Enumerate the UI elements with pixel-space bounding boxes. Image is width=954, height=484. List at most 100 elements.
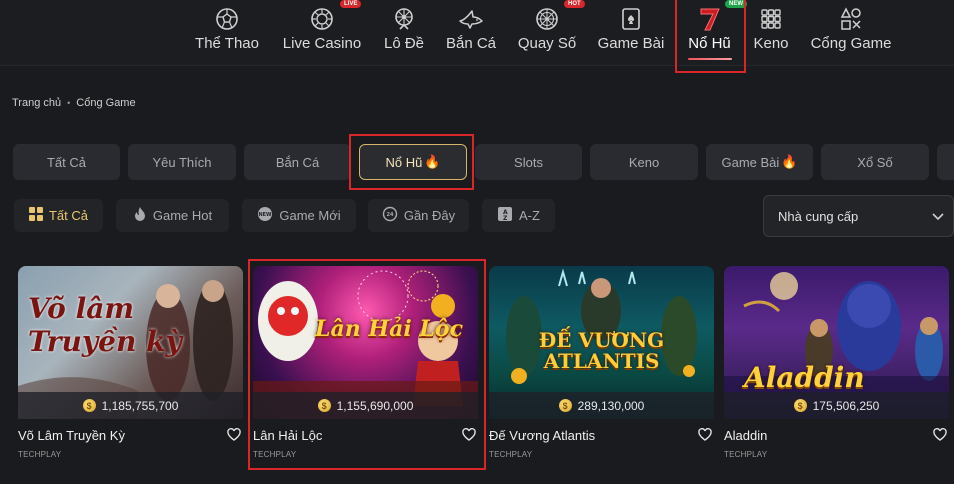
nav-label: Lô Đề xyxy=(383,35,425,52)
game-card-aladdin[interactable]: Aladdin $ 175,506,250 Aladdin TECHPLAY xyxy=(724,266,949,466)
nav-item-cong-game[interactable]: Cổng Game xyxy=(810,0,892,66)
tab-xo-so[interactable]: Xổ Số xyxy=(821,144,929,180)
tab-ban-ca[interactable]: Bắn Cá xyxy=(244,144,351,180)
coin-icon: $ xyxy=(317,399,331,412)
game-title: Đế Vương Atlantis xyxy=(489,428,596,443)
jackpot-bar: $ 175,506,250 xyxy=(724,392,949,419)
keno-grid-icon xyxy=(758,6,784,32)
jackpot-amount: 175,506,250 xyxy=(812,398,880,413)
coin-icon: $ xyxy=(82,399,96,412)
game-provider: TECHPLAY xyxy=(253,450,297,459)
playing-card-icon xyxy=(618,6,644,32)
jackpot-bar: $ 289,130,000 xyxy=(489,392,714,419)
lucky-seven-icon xyxy=(697,6,723,32)
tab-yeu-thich[interactable]: Yêu Thích xyxy=(128,144,236,180)
breadcrumb-current: Cổng Game xyxy=(76,97,136,109)
game-provider: TECHPLAY xyxy=(489,450,533,459)
nav-label: Game Bài xyxy=(597,35,665,52)
nav-item-the-thao[interactable]: Thể Thao xyxy=(194,0,260,66)
coin-icon: $ xyxy=(558,399,572,412)
tab-label: Yêu Thích xyxy=(152,154,212,170)
game-thumbnail[interactable]: ĐẾ VƯƠNG ATLANTIS $ 289,130,000 xyxy=(489,266,714,419)
nav-item-lo-de[interactable]: Lô Đề xyxy=(383,0,425,66)
nav-label: Live Casino xyxy=(282,35,362,52)
sort-az-icon: AZ xyxy=(497,206,513,225)
jackpot-amount: 1,155,690,000 xyxy=(336,398,414,413)
tab-label: Game Bài xyxy=(721,154,780,170)
lottery-wheel-icon xyxy=(391,6,417,32)
active-underline xyxy=(688,58,732,60)
nav-label: Nổ Hũ xyxy=(688,35,731,52)
filter-label: A-Z xyxy=(519,208,540,223)
coin-icon: $ xyxy=(793,399,807,412)
game-card-vo-lam-truyen-ky[interactable]: Võ lâm Truyền kỳ $ 1,185,755,700 Võ Lâm … xyxy=(18,266,243,466)
gamepad-shapes-icon xyxy=(838,6,864,32)
tab-keno[interactable]: Keno xyxy=(590,144,698,180)
breadcrumb-home[interactable]: Trang chủ xyxy=(12,97,61,109)
jackpot-bar: $ 1,185,755,700 xyxy=(18,392,243,419)
game-card-de-vuong-atlantis[interactable]: ĐẾ VƯƠNG ATLANTIS $ 289,130,000 Đế Vương… xyxy=(489,266,714,466)
tab-game-bai[interactable]: Game Bài 🔥 xyxy=(706,144,813,180)
chevron-down-icon xyxy=(931,209,945,226)
nav-label: Cổng Game xyxy=(810,35,892,52)
filter-gan-day[interactable]: 24 Gần Đây xyxy=(368,199,469,232)
game-provider: TECHPLAY xyxy=(724,450,768,459)
soccer-ball-icon xyxy=(214,6,240,32)
filter-tat-ca[interactable]: Tất Cả xyxy=(14,199,103,232)
svg-text:NEW: NEW xyxy=(259,212,273,218)
game-thumbnail[interactable]: Lân Hải Lộc $ 1,155,690,000 xyxy=(253,266,478,419)
game-thumbnail[interactable]: Aladdin $ 175,506,250 xyxy=(724,266,949,419)
live-badge: LIVE xyxy=(340,0,362,8)
nav-label: Bắn Cá xyxy=(445,35,497,52)
nav-item-game-bai[interactable]: Game Bài xyxy=(597,0,665,66)
filter-a-z[interactable]: AZ A-Z xyxy=(482,199,555,232)
top-navigation: Thể Thao Live Casino LIVE Lô Đề Bắn Cá Q… xyxy=(0,0,954,66)
filter-label: Game Mới xyxy=(279,208,341,223)
heart-icon[interactable] xyxy=(933,427,947,446)
game-logo-text: ĐẾ VƯƠNG ATLANTIS xyxy=(538,328,665,373)
filter-game-hot[interactable]: Game Hot xyxy=(116,199,229,232)
nav-item-no-hu[interactable]: Nổ Hũ NEW xyxy=(677,0,747,66)
game-title: Lân Hải Lộc xyxy=(253,428,323,443)
hot-badge: HOT xyxy=(564,0,585,8)
game-logo-text: Võ lâm Truyền kỳ xyxy=(28,292,182,358)
spin-wheel-icon xyxy=(534,6,560,32)
nav-item-ban-ca[interactable]: Bắn Cá xyxy=(446,0,496,66)
game-title: Aladdin xyxy=(724,428,768,443)
filter-label: Gần Đây xyxy=(403,208,456,223)
heart-icon[interactable] xyxy=(227,427,241,446)
filter-game-moi[interactable]: NEW Game Mới xyxy=(242,199,356,232)
tab-slots[interactable]: Slots xyxy=(475,144,582,180)
shark-icon xyxy=(458,6,484,32)
tab-tat-ca[interactable]: Tất Cả xyxy=(13,144,120,180)
game-thumbnail[interactable]: Võ lâm Truyền kỳ $ 1,185,755,700 xyxy=(18,266,243,419)
filter-label: Game Hot xyxy=(152,208,213,223)
nav-item-live-casino[interactable]: Live Casino LIVE xyxy=(282,0,362,66)
tab-overflow[interactable] xyxy=(937,144,954,180)
tab-label: Xổ Số xyxy=(857,154,893,170)
nav-item-keno[interactable]: Keno xyxy=(752,0,790,66)
provider-select[interactable]: Nhà cung cấp xyxy=(763,195,954,237)
grid-icon xyxy=(28,207,43,224)
nav-label: Thể Thao xyxy=(195,35,259,52)
new-badge: NEW xyxy=(725,0,747,8)
svg-text:24: 24 xyxy=(386,212,393,218)
nav-label: Quay Số xyxy=(517,35,577,52)
game-provider: TECHPLAY xyxy=(18,450,62,459)
tab-no-hu[interactable]: Nổ Hũ 🔥 xyxy=(359,144,467,180)
game-logo-text: Aladdin xyxy=(744,361,865,394)
game-title: Võ Lâm Truyền Kỳ xyxy=(18,428,125,443)
game-logo-text: Lân Hải Lộc xyxy=(315,316,463,342)
nav-item-quay-so[interactable]: Quay Số HOT xyxy=(517,0,585,66)
breadcrumb-separator: • xyxy=(67,98,71,108)
jackpot-bar: $ 1,155,690,000 xyxy=(253,392,478,419)
heart-icon[interactable] xyxy=(698,427,712,446)
jackpot-amount: 1,185,755,700 xyxy=(101,398,179,413)
tab-label: Bắn Cá xyxy=(275,154,320,170)
svg-text:Z: Z xyxy=(503,215,508,222)
heart-icon[interactable] xyxy=(462,427,476,446)
tab-label: Slots xyxy=(514,154,543,170)
game-card-lan-hai-loc[interactable]: Lân Hải Lộc $ 1,155,690,000 Lân Hải Lộc … xyxy=(253,266,478,466)
new-badge-icon: NEW xyxy=(257,206,273,225)
tab-label: Keno xyxy=(628,154,660,170)
